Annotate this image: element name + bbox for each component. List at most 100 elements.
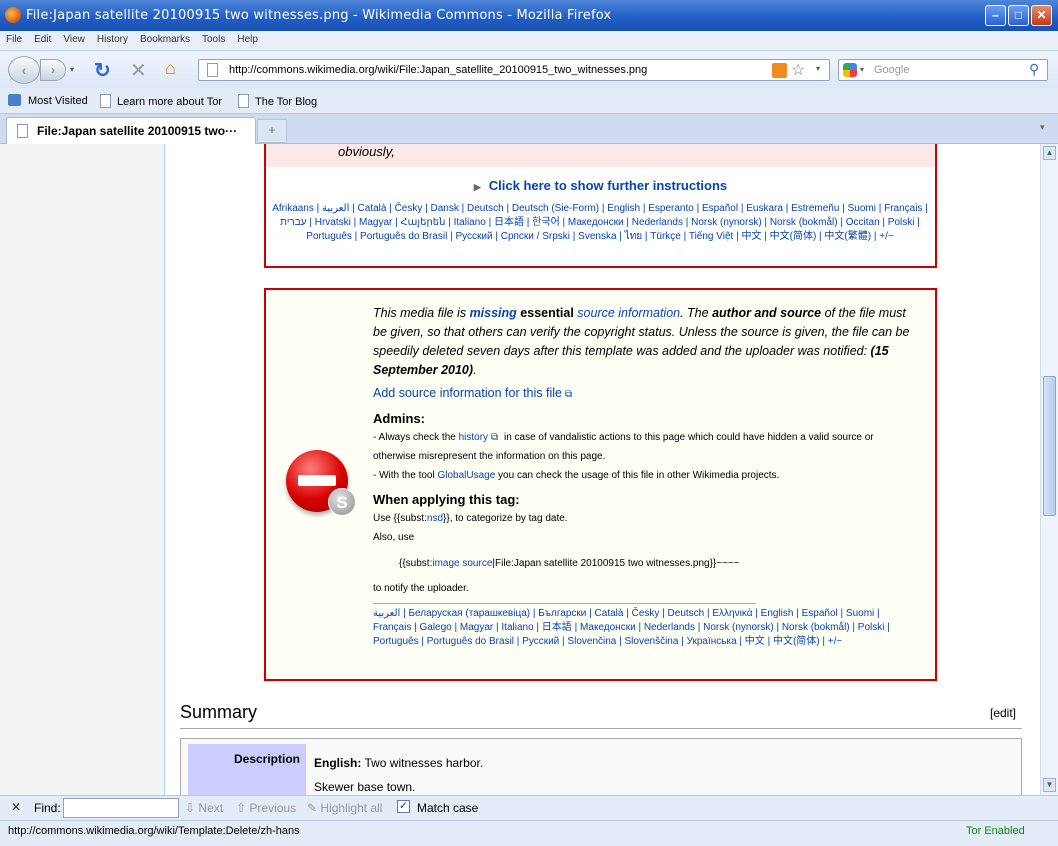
reload-icon[interactable]: ↻ [94, 58, 111, 83]
match-case-checkbox[interactable]: ✓ [397, 800, 410, 813]
search-box[interactable]: ▾ Google ⚲ [838, 59, 1048, 81]
tor-status[interactable]: Tor Enabled [966, 825, 1025, 837]
status-bar: http://commons.wikimedia.org/wiki/Templa… [0, 820, 1058, 846]
search-placeholder: Google [874, 64, 910, 76]
image-source-link[interactable]: image source [432, 558, 492, 569]
apply-line-3: {{subst:image source|File:Japan satellit… [373, 554, 913, 573]
admins-heading: Admins: [373, 411, 425, 426]
language-label: English: [314, 756, 362, 770]
url-bar[interactable]: http://commons.wikimedia.org/wiki/File:J… [198, 59, 830, 81]
menu-edit[interactable]: Edit [28, 31, 57, 45]
vertical-scrollbar[interactable]: ▲ ▼ [1040, 144, 1058, 795]
history-link[interactable]: history [459, 432, 488, 443]
engine-dropdown-icon[interactable]: ▾ [860, 65, 864, 74]
nsd-link[interactable]: nsd [427, 513, 443, 524]
bookmark-tor-blog[interactable]: The Tor Blog [238, 94, 317, 108]
menu-help[interactable]: Help [231, 31, 264, 45]
firefox-logo-icon [5, 7, 21, 23]
description-line: Skewer base town. [314, 780, 416, 794]
search-go-icon[interactable]: ⚲ [1029, 61, 1039, 78]
bookmark-star-icon[interactable]: ☆ [791, 60, 805, 80]
menu-bookmarks[interactable]: Bookmarks [134, 31, 196, 45]
find-input[interactable] [63, 798, 179, 818]
find-bar: ✕ Find: ⇩ Next ⇧ Previous ✎ Highlight al… [0, 795, 1058, 820]
find-next-button[interactable]: ⇩ Next [185, 801, 223, 815]
menu-history[interactable]: History [91, 31, 134, 45]
rss-feed-icon[interactable] [772, 63, 787, 78]
up-arrow-icon: ⇧ [236, 801, 247, 815]
close-findbar-icon[interactable]: ✕ [11, 800, 21, 814]
scroll-thumb[interactable] [1043, 376, 1056, 516]
home-icon[interactable]: ⌂ [165, 58, 176, 79]
tab-list-icon[interactable]: ▾ [1040, 122, 1045, 133]
missing-link[interactable]: missing [470, 306, 517, 320]
navigation-toolbar: ‹ › ▾ ↻ ✕ ⌂ http://commons.wikimedia.org… [0, 51, 1058, 88]
url-text: http://commons.wikimedia.org/wiki/File:J… [229, 64, 648, 76]
warning-box-top: obviously, ▶ Click here to show further i… [264, 144, 937, 268]
source-information-link[interactable]: source information [577, 306, 680, 320]
page-icon [238, 94, 249, 108]
match-case-label: Match case [417, 801, 479, 815]
find-previous-button[interactable]: ⇧ Previous [236, 801, 296, 815]
main-paragraph: This media file is missing essential sou… [373, 304, 913, 380]
forward-button[interactable]: › [40, 59, 66, 81]
status-url: http://commons.wikimedia.org/wiki/Templa… [8, 825, 300, 837]
main-article: obviously, ▶ Click here to show further i… [166, 144, 1040, 795]
globalusage-link[interactable]: GlobalUsage [437, 470, 495, 481]
instructions-label: Click here to show further instructions [488, 178, 728, 193]
most-visited-icon [8, 94, 21, 106]
find-label: Find: [34, 801, 61, 815]
tab-label: File:Japan satellite 20100915 two··· [37, 124, 238, 138]
description-table: Description English: Two witnesses harbo… [180, 738, 1022, 795]
description-line: Two witnesses harbor. [361, 756, 484, 770]
divider [373, 603, 756, 604]
highlight-label: Highlight all [320, 801, 383, 815]
highlight-all-button[interactable]: ✎ Highlight all [307, 801, 382, 815]
google-engine-icon[interactable] [843, 63, 857, 77]
text: . [473, 363, 477, 377]
no-source-message: This media file is missing essential sou… [373, 304, 913, 649]
add-source-row: Add source information for this file ⧉ [373, 384, 913, 404]
history-dropdown-icon[interactable]: ▾ [70, 65, 74, 74]
bookmark-label: Most Visited [28, 95, 88, 107]
text: }}, to categorize by tag date. [443, 513, 568, 524]
maximize-button[interactable]: □ [1008, 5, 1029, 26]
tab-bar: File:Japan satellite 20100915 two··· + ▾ [0, 114, 1058, 144]
menu-tools[interactable]: Tools [196, 31, 231, 45]
next-label: Next [198, 801, 224, 815]
menu-file[interactable]: File [0, 31, 28, 45]
applying-heading: When applying this tag: [373, 492, 520, 507]
scroll-up-icon[interactable]: ▲ [1043, 146, 1056, 160]
external-link-icon: ⧉ [491, 432, 499, 443]
add-source-link[interactable]: Add source information for this file [373, 386, 562, 400]
page-icon [17, 124, 28, 138]
edit-link[interactable]: [edit] [990, 706, 1016, 720]
text: . The [680, 306, 713, 320]
url-dropdown-icon[interactable]: ▾ [816, 64, 820, 73]
heading-rule [180, 728, 1022, 729]
bookmark-most-visited[interactable]: Most Visited [8, 94, 88, 107]
language-links[interactable]: العربية | Беларуская (тарашкевіца) | Бъл… [373, 607, 918, 649]
back-button[interactable]: ‹ [8, 56, 40, 84]
language-links[interactable]: Afrikaans | العربية | Català | Česky | D… [270, 202, 930, 244]
apply-line-1: Use {{subst:nsd}}, to categorize by tag … [373, 509, 913, 528]
new-tab-button[interactable]: + [257, 119, 287, 143]
tab-current[interactable]: File:Japan satellite 20100915 two··· [6, 117, 256, 144]
text: you can check the usage of this file in … [495, 470, 780, 481]
summary-heading: Summary [180, 702, 258, 722]
text: |File:Japan satellite 20100915 two witne… [492, 558, 740, 569]
show-instructions-link[interactable]: ▶ Click here to show further instructions [266, 178, 935, 193]
back-arrow-icon: ‹ [21, 62, 27, 78]
description-label: Description [188, 744, 306, 795]
page-content: obviously, ▶ Click here to show further i… [0, 144, 1040, 795]
window-title: File:Japan satellite 20100915 two witnes… [26, 8, 612, 23]
expand-triangle-icon: ▶ [473, 182, 481, 192]
menu-view[interactable]: View [57, 31, 91, 45]
minimize-button[interactable]: – [985, 5, 1006, 26]
scroll-down-icon[interactable]: ▼ [1043, 778, 1056, 792]
bookmark-learn-tor[interactable]: Learn more about Tor [100, 94, 222, 108]
close-window-button[interactable]: ✕ [1031, 5, 1052, 26]
stop-icon[interactable]: ✕ [130, 58, 147, 83]
left-sidebar [0, 144, 165, 795]
bookmark-label: Learn more about Tor [117, 96, 222, 108]
